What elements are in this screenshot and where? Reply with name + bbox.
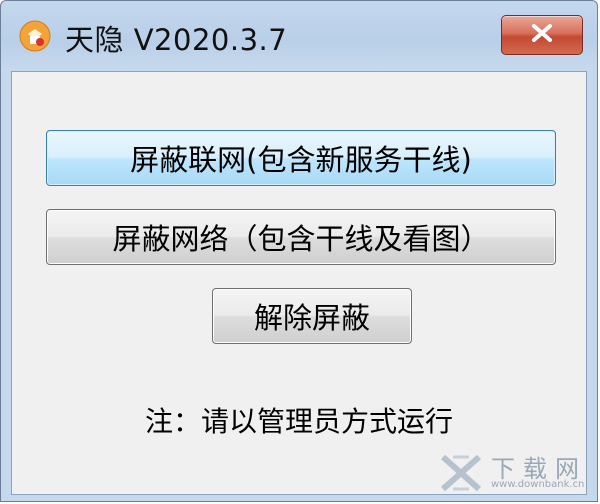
watermark-url: www.downbank.cn [491, 479, 585, 490]
title-bar[interactable]: 天隐 V2020.3.7 [1, 1, 597, 71]
block-networking-label: 屏蔽联网(包含新服务干线) [130, 143, 472, 177]
block-network-label: 屏蔽网络（包含干线及看图） [112, 222, 490, 256]
unblock-label: 解除屏蔽 [253, 301, 370, 335]
close-button[interactable] [501, 15, 583, 55]
block-network-button[interactable]: 屏蔽网络（包含干线及看图） [46, 209, 556, 265]
close-icon [529, 23, 555, 47]
block-networking-button[interactable]: 屏蔽联网(包含新服务干线) [46, 130, 556, 186]
unblock-button[interactable]: 解除屏蔽 [212, 288, 412, 344]
admin-note: 注：请以管理员方式运行 [144, 405, 453, 438]
shield-lock-icon [19, 20, 51, 52]
app-window: 天隐 V2020.3.7 屏蔽联网(包含新服务干线) 屏蔽网络（包含干线及看图）… [0, 0, 598, 502]
watermark: 下载网 www.downbank.cn [439, 447, 589, 495]
client-area: 屏蔽联网(包含新服务干线) 屏蔽网络（包含干线及看图） 解除屏蔽 注：请以管理员… [11, 71, 587, 495]
watermark-logo-icon [439, 453, 483, 493]
window-title: 天隐 V2020.3.7 [65, 23, 288, 57]
